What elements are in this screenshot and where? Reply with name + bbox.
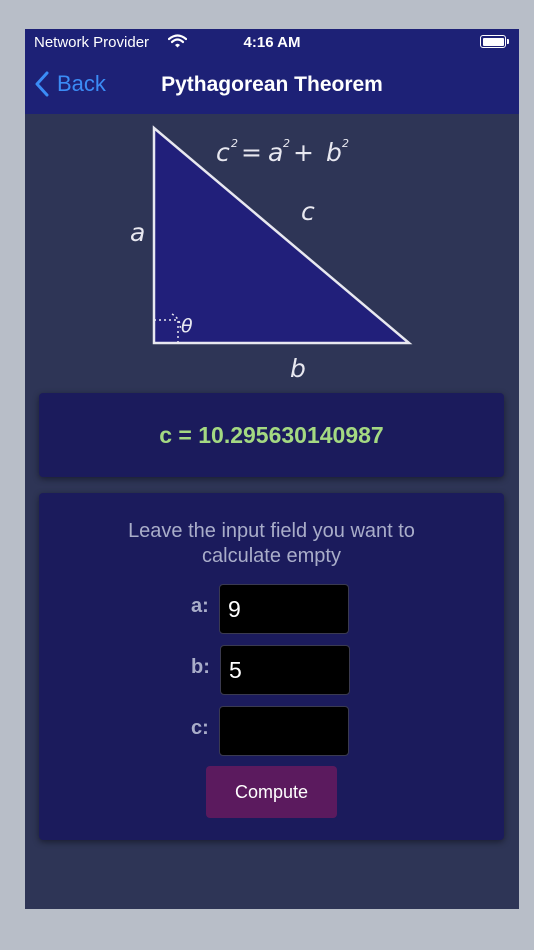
result-card: c = 10.295630140987 bbox=[39, 393, 504, 477]
angle-label: θ bbox=[181, 315, 193, 337]
status-bar: Network Provider 4:16 AM bbox=[25, 29, 519, 57]
formula-c: c bbox=[216, 138, 230, 167]
side-a-label: a bbox=[130, 218, 145, 247]
formula-a-exponent: 2 bbox=[283, 137, 290, 150]
battery-icon bbox=[480, 35, 509, 48]
formula: c 2 = a 2 + b 2 bbox=[216, 137, 349, 167]
label-c: c: bbox=[191, 717, 209, 739]
navigation-bar: Back Pythagorean Theorem bbox=[25, 57, 519, 114]
input-a[interactable]: 9 bbox=[219, 584, 349, 634]
input-c[interactable] bbox=[219, 706, 349, 756]
label-b: b: bbox=[191, 656, 210, 678]
result-text: c = 10.295630140987 bbox=[159, 421, 384, 448]
input-b[interactable]: 5 bbox=[220, 645, 350, 695]
app-screen: Network Provider 4:16 AM Back Pythagorea… bbox=[25, 29, 519, 909]
instruction-text: Leave the input field you want to calcul… bbox=[128, 520, 415, 567]
compute-button[interactable]: Compute bbox=[206, 766, 337, 818]
side-c-label: c bbox=[301, 197, 315, 226]
formula-c-exponent: 2 bbox=[231, 137, 238, 150]
formula-a: a bbox=[268, 138, 283, 167]
side-b-label: b bbox=[290, 354, 306, 383]
triangle-diagram: θ a b c c 2 = a 2 + b 2 bbox=[130, 125, 413, 383]
formula-b: b bbox=[326, 138, 342, 167]
clock: 4:16 AM bbox=[243, 34, 301, 51]
label-a: a: bbox=[191, 595, 209, 617]
input-form: Leave the input field you want to calcul… bbox=[39, 493, 504, 840]
formula-plus: + bbox=[293, 138, 314, 167]
formula-b-exponent: 2 bbox=[342, 137, 349, 150]
formula-equals: = bbox=[241, 138, 262, 167]
page-title: Pythagorean Theorem bbox=[161, 73, 383, 96]
